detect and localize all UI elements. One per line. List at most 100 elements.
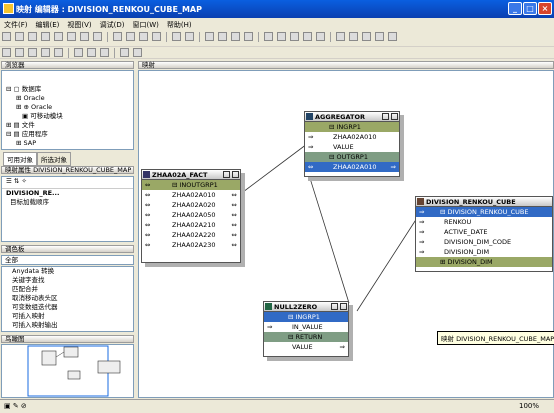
zoom-actual-icon[interactable] <box>303 32 312 41</box>
paste-icon[interactable] <box>139 32 148 41</box>
validate-icon[interactable] <box>41 32 50 41</box>
step-into-icon[interactable] <box>74 48 83 57</box>
mapping-canvas[interactable]: ZHAA02A_FACT ⇔ ⊟ INOUTGRP1 ⇔ ZHAA02A010 ⇔ ⇔… <box>138 70 554 398</box>
agg-in-group[interactable]: ⊟ INGRP1 <box>305 122 399 132</box>
agg-out-attr[interactable]: ⇔ ZHAA02A010 ⇒ <box>305 162 399 172</box>
fact-attr[interactable]: ⇔ ZHAA02A220 ⇔ <box>142 230 240 240</box>
palette-item[interactable]: 匹配合并 <box>2 285 133 294</box>
connect-icon[interactable] <box>218 32 227 41</box>
tree-item-sap[interactable]: ⊞ SAP <box>2 139 133 148</box>
align-left-icon[interactable] <box>349 32 358 41</box>
breakpoint-icon[interactable] <box>41 48 50 57</box>
fact-attr[interactable]: ⇔ ZHAA02A210 ⇔ <box>142 220 240 230</box>
cut-icon[interactable] <box>113 32 122 41</box>
fact-attr[interactable]: ⇔ ZHAA02A010 ⇔ <box>142 190 240 200</box>
palette-item[interactable]: 取消移动表头区 <box>2 294 133 303</box>
null2zero-in-group[interactable]: ⊟ INGRP1 <box>264 312 348 322</box>
maximize-button[interactable]: □ <box>523 2 537 15</box>
align-right-icon[interactable] <box>362 32 371 41</box>
cube-group[interactable]: ⇒ ⊟ DIVISION_RENKOU_CUBE <box>416 207 552 217</box>
palette-item[interactable]: 可变数组迭代器 <box>2 303 133 312</box>
props-row-1[interactable]: DIVISION_RE... <box>2 189 133 198</box>
edit-icon[interactable] <box>340 303 347 310</box>
resume-icon[interactable] <box>120 48 129 57</box>
tree-item-oracle-2[interactable]: ⊞ ⊕ Oracle <box>2 103 133 112</box>
cube-attr[interactable]: ⇒ RENKOU <box>416 217 552 227</box>
null2zero-operator[interactable]: NULL2ZERO ⊟ INGRP1 ⇒ IN_VALUE ⊟ RETURN VA… <box>263 301 349 357</box>
menu-help[interactable]: 帮助(H) <box>163 18 196 32</box>
cube-attr[interactable]: ⇒ DIVISION_DIM <box>416 247 552 257</box>
tab-selected[interactable]: 所选对象 <box>37 152 71 166</box>
menu-debug[interactable]: 调试(D) <box>96 18 129 32</box>
fact-table[interactable]: ZHAA02A_FACT ⇔ ⊟ INOUTGRP1 ⇔ ZHAA02A010 ⇔ ⇔… <box>141 169 241 263</box>
skip-icon[interactable] <box>100 48 109 57</box>
debug-start-icon[interactable] <box>2 48 11 57</box>
restore-icon[interactable] <box>331 303 338 310</box>
fit-icon[interactable] <box>244 32 253 41</box>
tree-item-movable[interactable]: ▣ 可移动模块 <box>2 112 133 121</box>
null2zero-in-attr[interactable]: ⇒ IN_VALUE <box>264 322 348 332</box>
cube-attr[interactable]: ⇒ ACTIVE_DATE <box>416 227 552 237</box>
align-bottom-icon[interactable] <box>388 32 397 41</box>
delete-icon[interactable] <box>152 32 161 41</box>
new-icon[interactable] <box>2 32 11 41</box>
watch-icon[interactable] <box>54 48 63 57</box>
menu-file[interactable]: 文件(F) <box>0 18 32 32</box>
restore-icon[interactable] <box>223 171 230 178</box>
debug-stop-icon[interactable] <box>28 48 37 57</box>
move-icon[interactable] <box>316 32 325 41</box>
print-icon[interactable] <box>80 32 89 41</box>
layout-icon[interactable] <box>336 32 345 41</box>
palette-item[interactable]: 可插入映射输出 <box>2 321 133 330</box>
props-row-2[interactable]: 目标加载顺序 <box>2 198 133 207</box>
fact-attr[interactable]: ⇔ ZHAA02A230 ⇔ <box>142 240 240 250</box>
cube-table[interactable]: DIVISION_RENKOU_CUBE ⇒ ⊟ DIVISION_RENKOU_… <box>415 196 553 272</box>
zoom-out-icon[interactable] <box>277 32 286 41</box>
zoom-in-icon[interactable] <box>264 32 273 41</box>
menu-view[interactable]: 视图(V) <box>63 18 95 32</box>
tree-item-apps[interactable]: ⊟ ▤ 应用程序 <box>2 130 133 139</box>
palette-item[interactable]: 关键字查找 <box>2 276 133 285</box>
cube-attr[interactable]: ⇒ DIVISION_DIM_CODE <box>416 237 552 247</box>
palette-item[interactable]: Anydata 转换 <box>2 267 133 276</box>
tree-item-file[interactable]: ⊞ ▤ 文件 <box>2 121 133 130</box>
edit-icon[interactable] <box>391 113 398 120</box>
select-icon[interactable] <box>205 32 214 41</box>
close-button[interactable]: × <box>538 2 552 15</box>
palette-filter[interactable]: 全部 <box>1 255 134 265</box>
palette-item[interactable]: 可插入映射 <box>2 312 133 321</box>
generate-icon[interactable] <box>54 32 63 41</box>
agg-in-attr[interactable]: ⇒ VALUE <box>305 142 399 152</box>
expand-icon[interactable] <box>231 32 240 41</box>
aggregator-operator[interactable]: AGGREGATOR ⊟ INGRP1 ⇒ ZHAA02A010 ⇒ VALUE ⊟… <box>304 111 400 177</box>
minimize-button[interactable]: _ <box>508 2 522 15</box>
step-over-icon[interactable] <box>87 48 96 57</box>
pause-icon[interactable] <box>133 48 142 57</box>
undo-icon[interactable] <box>172 32 181 41</box>
fact-attr[interactable]: ⇔ ZHAA02A050 ⇔ <box>142 210 240 220</box>
tree-item-database[interactable]: ⊟ ▢ 数据库 <box>2 85 133 94</box>
save-icon[interactable] <box>28 32 37 41</box>
agg-in-attr[interactable]: ⇒ ZHAA02A010 <box>305 132 399 142</box>
fact-group[interactable]: ⇔ ⊟ INOUTGRP1 <box>142 180 240 190</box>
fact-attr[interactable]: ⇔ ZHAA02A020 ⇔ <box>142 200 240 210</box>
menu-window[interactable]: 窗口(W) <box>129 18 163 32</box>
cube-dim-group[interactable]: ⊞ DIVISION_DIM <box>416 257 552 267</box>
open-icon[interactable] <box>15 32 24 41</box>
null2zero-out-group[interactable]: ⊟ RETURN <box>264 332 348 342</box>
tab-available[interactable]: 可用对象 <box>3 152 37 166</box>
align-top-icon[interactable] <box>375 32 384 41</box>
deploy-icon[interactable] <box>67 32 76 41</box>
overview-panel[interactable] <box>1 344 134 398</box>
copy-icon[interactable] <box>126 32 135 41</box>
tree-item-oracle[interactable]: ⊞ Oracle <box>2 94 133 103</box>
menu-edit[interactable]: 编辑(E) <box>32 18 64 32</box>
run-icon[interactable] <box>93 32 102 41</box>
redo-icon[interactable] <box>185 32 194 41</box>
zoom-fit-icon[interactable] <box>290 32 299 41</box>
restore-icon[interactable] <box>382 113 389 120</box>
agg-out-group[interactable]: ⊟ OUTGRP1 <box>305 152 399 162</box>
debug-step-icon[interactable] <box>15 48 24 57</box>
null2zero-out-attr[interactable]: VALUE ⇒ <box>264 342 348 352</box>
edit-icon[interactable] <box>232 171 239 178</box>
